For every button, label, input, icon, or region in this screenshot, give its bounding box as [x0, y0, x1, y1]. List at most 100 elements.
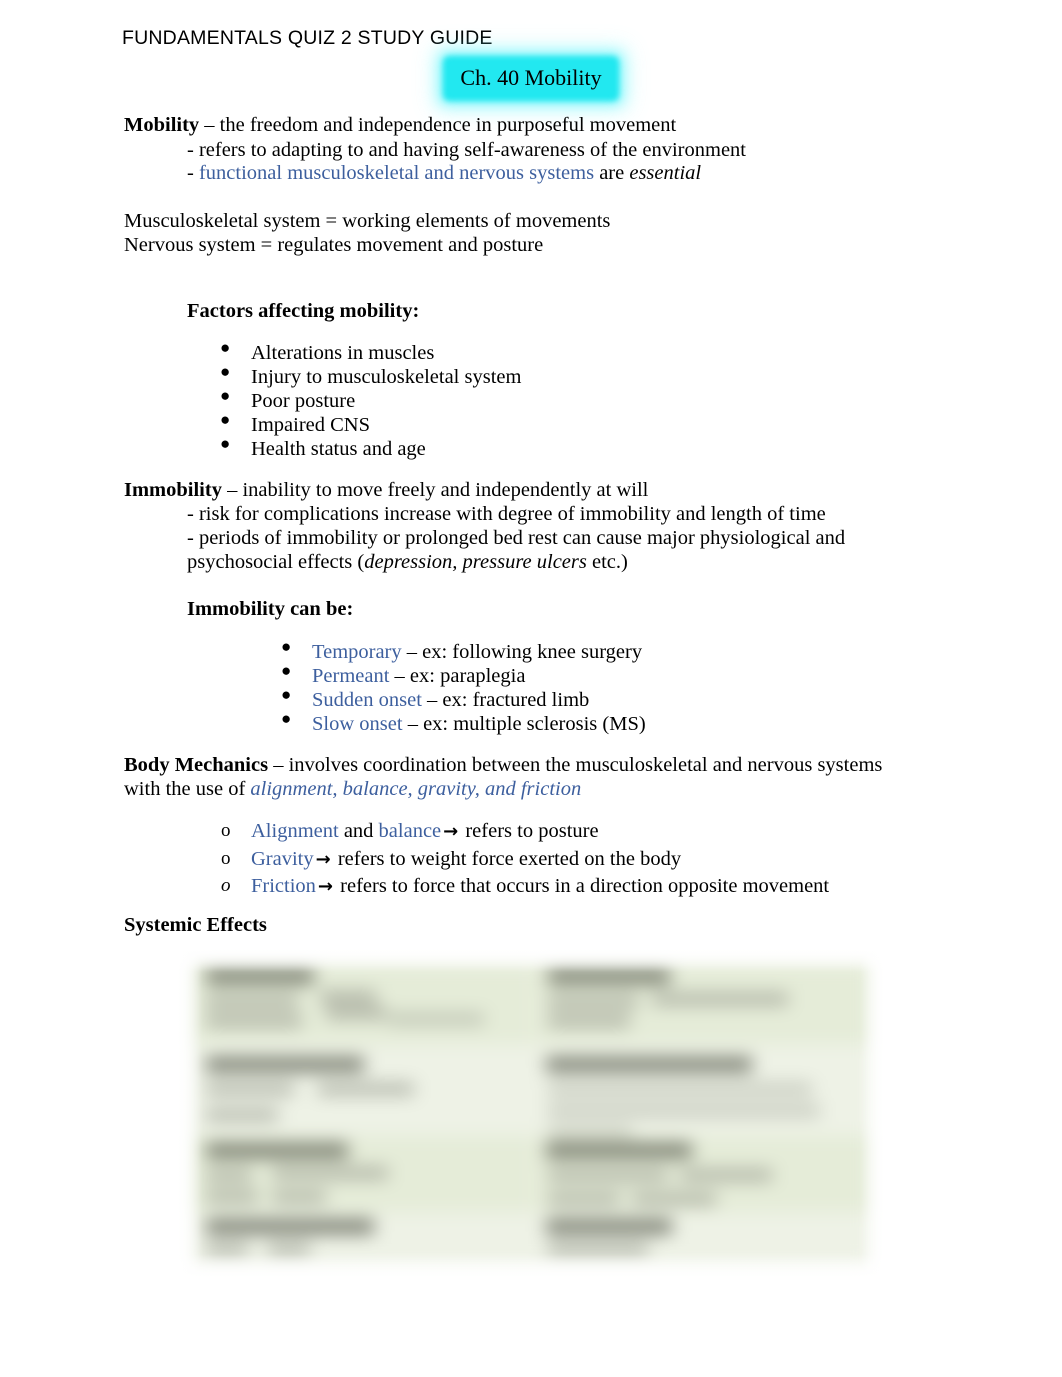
- mobility-term: Mobility: [124, 114, 200, 136]
- image-text-line: [388, 1014, 484, 1024]
- body-mechanics-term: Body Mechanics: [124, 754, 269, 776]
- bullet-icon: ●: [220, 410, 231, 429]
- list-item: o Gravity → refers to weight force exerted…: [221, 846, 829, 874]
- mechanics-term-secondary: balance: [378, 820, 442, 842]
- list-item: ● Sudden onset – ex: fractured limb: [281, 685, 646, 712]
- mechanics-description: refers to weight force exerted on the bo…: [332, 847, 682, 870]
- image-text-line: [206, 1170, 252, 1180]
- psychosocial-text-end: etc.): [586, 551, 628, 573]
- list-item-label: Poor posture: [251, 390, 356, 412]
- bullet-icon: ●: [220, 338, 231, 357]
- factors-list: ● Alterations in muscles ● Injury to muscu…: [220, 338, 521, 461]
- image-text-line: [206, 1220, 374, 1233]
- image-text-line: [268, 1244, 310, 1254]
- arrow-icon: →: [315, 848, 331, 870]
- image-text-line: [632, 1194, 716, 1204]
- immobility-type-term: Permeant: [312, 665, 390, 687]
- immobility-type-example: – ex: paraplegia: [389, 665, 526, 687]
- body-mechanics-definition-cont: with the use of alignment, balance, grav…: [124, 777, 581, 802]
- immobility-type-term: Slow onset: [312, 713, 403, 735]
- immobility-type-term: Temporary: [312, 641, 402, 663]
- immobility-sub-point-2: - periods of immobility or prolonged bed…: [187, 527, 846, 549]
- image-text-line: [652, 994, 788, 1004]
- list-item-label: Health status and age: [251, 438, 426, 460]
- mobility-systems-highlight: functional musculoskeletal and nervous s…: [198, 162, 595, 184]
- image-text-line: [272, 1192, 326, 1202]
- image-text-line: [206, 996, 298, 1006]
- mobility-essential-emphasis: essential: [629, 162, 702, 184]
- list-item: ● Poor posture: [220, 386, 521, 413]
- circle-marker-icon: o: [221, 847, 231, 869]
- list-item: ● Injury to musculoskeletal system: [220, 362, 521, 389]
- list-item: ● Impaired CNS: [220, 410, 521, 437]
- image-text-line: [548, 1084, 812, 1094]
- image-text-line: [548, 996, 638, 1006]
- immobility-types-list: ● Temporary – ex: following knee surgery …: [281, 637, 646, 736]
- image-text-line: [548, 1170, 668, 1180]
- image-text-line: [206, 1192, 258, 1202]
- bullet-icon: ●: [220, 386, 231, 405]
- body-mechanics-definition-text: – involves coordination between the musc…: [268, 754, 883, 776]
- chapter-title-row: Ch. 40 Mobility: [0, 63, 1062, 94]
- image-text-line: [546, 1144, 692, 1157]
- musculoskeletal-system-line: Musculoskeletal system = working element…: [124, 210, 611, 232]
- circle-marker-icon: o: [221, 875, 231, 896]
- systemic-effects-heading: Systemic Effects: [124, 914, 267, 936]
- image-text-line: [548, 1106, 820, 1116]
- document-header-title: FUNDAMENTALS QUIZ 2 STUDY GUIDE: [122, 27, 493, 49]
- image-text-line: [548, 970, 670, 983]
- mobility-sub-point-2: - functional musculoskeletal and nervous…: [187, 161, 987, 186]
- systemic-effects-image: [176, 948, 886, 1280]
- list-item: ● Temporary – ex: following knee surgery: [281, 637, 646, 664]
- body-mechanics-elements: alignment, balance, gravity, and frictio…: [250, 778, 582, 800]
- image-text-line: [206, 970, 314, 983]
- immobility-can-be-heading: Immobility can be:: [187, 598, 354, 620]
- immobility-sub-point-2-cont: psychosocial effects (depression, pressu…: [187, 550, 628, 575]
- image-text-line: [548, 1244, 648, 1254]
- image-text-line: [206, 1144, 348, 1157]
- image-text-line: [206, 1058, 364, 1071]
- immobility-type-example: – ex: following knee surgery: [401, 641, 643, 663]
- immobility-type-term: Sudden onset: [312, 689, 422, 711]
- nervous-system-line: Nervous system = regulates movement and …: [124, 234, 544, 256]
- mobility-are-text: are: [594, 162, 630, 184]
- list-item: o Friction → refers to force that occurs i…: [221, 873, 829, 901]
- image-text-line: [680, 1170, 772, 1180]
- body-mechanics-list: o Alignment and balance → refers to postur…: [221, 818, 829, 901]
- immobility-sub-point-1: - risk for complications increase with d…: [187, 503, 826, 525]
- mechanics-term: Alignment: [251, 820, 339, 842]
- image-text-line: [546, 1058, 752, 1071]
- list-item-label: Alterations in muscles: [251, 342, 435, 364]
- image-text-line: [206, 1084, 294, 1094]
- mechanics-term: Friction: [251, 875, 316, 897]
- dash-marker: -: [187, 162, 199, 184]
- image-text-line: [272, 1168, 388, 1178]
- factors-heading: Factors affecting mobility:: [187, 300, 420, 322]
- list-item: ● Slow onset – ex: multiple sclerosis (MS…: [281, 709, 646, 736]
- bullet-icon: ●: [281, 661, 292, 680]
- arrow-icon: →: [443, 821, 459, 842]
- immobility-type-example: – ex: fractured limb: [421, 689, 590, 711]
- mechanics-term: Gravity: [251, 847, 314, 870]
- systemic-effects-image-content: [176, 948, 886, 1280]
- mobility-sub-point-1: - refers to adapting to and having self-…: [187, 139, 746, 161]
- bullet-icon: ●: [220, 434, 231, 453]
- list-item: ● Alterations in muscles: [220, 338, 521, 365]
- bullet-icon: ●: [220, 362, 231, 381]
- psychosocial-examples: depression, pressure ulcers: [364, 551, 587, 573]
- circle-marker-icon: o: [221, 820, 231, 841]
- body-mechanics-definition: Body Mechanics – involves coordination b…: [124, 753, 882, 778]
- image-text-line: [206, 1244, 248, 1254]
- image-text-line: [326, 1008, 386, 1018]
- mechanics-conjunction: and: [338, 820, 379, 842]
- chapter-title-highlight: Ch. 40 Mobility: [450, 63, 612, 94]
- immobility-definition: Immobility – inability to move freely an…: [124, 478, 648, 503]
- list-item: ● Permeant – ex: paraplegia: [281, 661, 646, 688]
- immobility-term: Immobility: [124, 479, 222, 501]
- image-text-line: [206, 1110, 278, 1120]
- bullet-icon: ●: [281, 709, 292, 728]
- image-text-line: [320, 992, 376, 1002]
- bullet-icon: ●: [281, 685, 292, 704]
- image-text-line: [548, 1016, 630, 1026]
- mobility-definition-text: – the freedom and independence in purpos…: [199, 114, 677, 136]
